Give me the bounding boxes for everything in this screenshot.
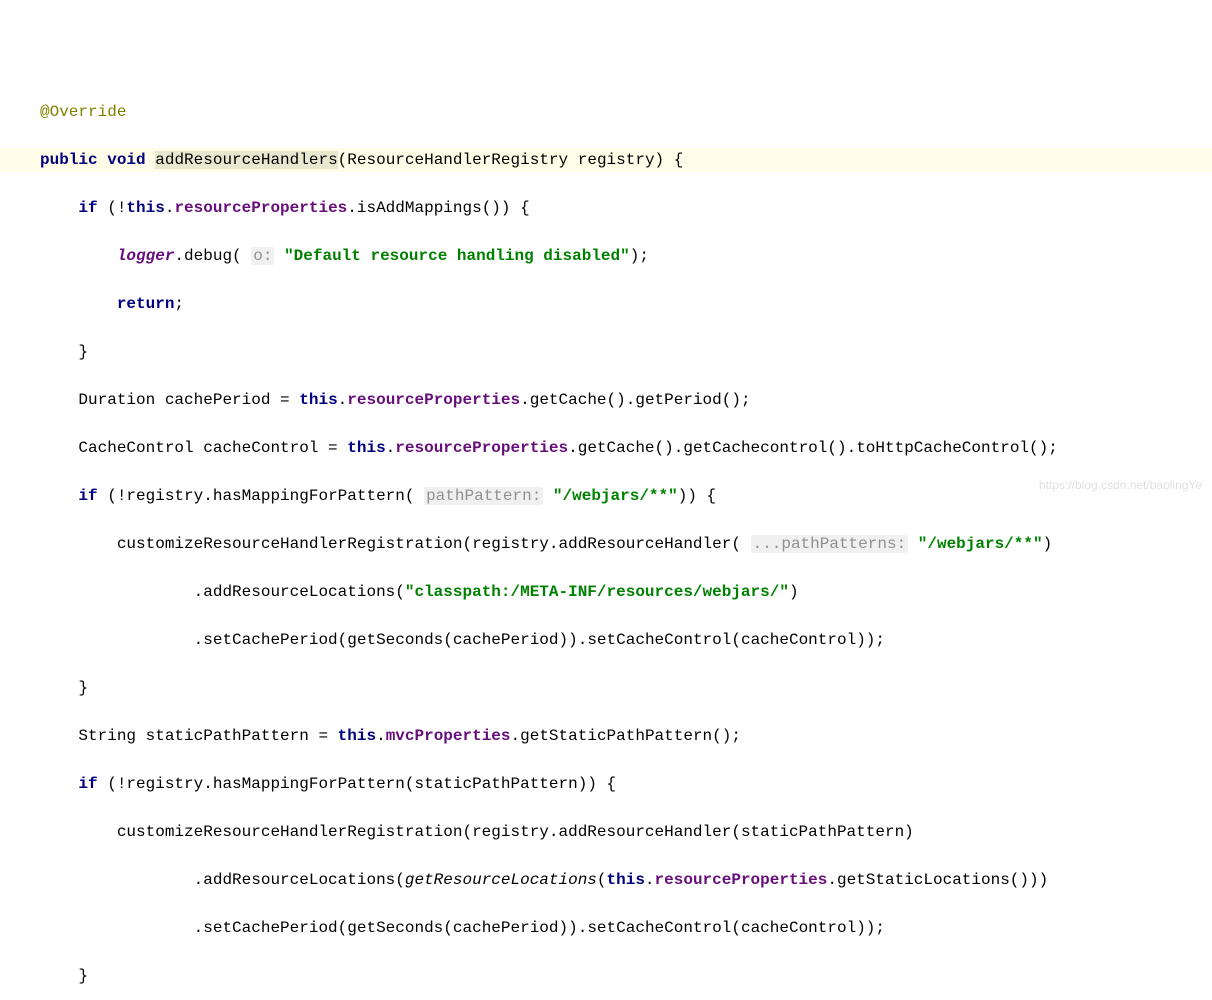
method-setCacheControl: setCacheControl — [587, 631, 731, 649]
var-cachePeriod: cachePeriod — [453, 919, 559, 937]
code-line-14: String staticPathPattern = this.mvcPrope… — [0, 724, 1212, 748]
keyword-if: if — [78, 487, 97, 505]
keyword-this: this — [347, 439, 385, 457]
method-getStaticPathPattern: getStaticPathPattern — [520, 727, 712, 745]
string-webjars: "/webjars/**" — [553, 487, 678, 505]
method-customize: customizeResourceHandlerRegistration — [117, 535, 463, 553]
code-line-17: .addResourceLocations(getResourceLocatio… — [0, 868, 1212, 892]
method-setCachePeriod: setCachePeriod — [203, 631, 337, 649]
hint-pathPattern: pathPattern: — [424, 487, 543, 505]
hint-pathPatterns: ...pathPatterns: — [751, 535, 909, 553]
param-name: registry — [578, 151, 655, 169]
keyword-this: this — [126, 199, 164, 217]
method-isAddMappings: isAddMappings — [357, 199, 482, 217]
code-line-6: } — [0, 340, 1212, 364]
field-resourceProperties: resourceProperties — [655, 871, 828, 889]
var-registry: registry — [472, 823, 549, 841]
field-resourceProperties: resourceProperties — [174, 199, 347, 217]
method-hasMappingForPattern: hasMappingForPattern — [213, 775, 405, 793]
code-line-2: public void addResourceHandlers(Resource… — [0, 148, 1212, 172]
var-cacheControl: cacheControl — [203, 439, 318, 457]
type-CacheControl: CacheControl — [78, 439, 193, 457]
field-resourceProperties: resourceProperties — [347, 391, 520, 409]
code-line-13: } — [0, 676, 1212, 700]
param-type: ResourceHandlerRegistry — [347, 151, 568, 169]
var-cachePeriod: cachePeriod — [165, 391, 271, 409]
method-customize: customizeResourceHandlerRegistration — [117, 823, 463, 841]
var-registry: registry — [126, 487, 203, 505]
var-staticPathPattern: staticPathPattern — [741, 823, 904, 841]
method-addResourceHandler: addResourceHandler — [559, 823, 732, 841]
watermark: https://blog.csdn.net/baolingYe — [1039, 476, 1202, 494]
method-toHttpCacheControl: toHttpCacheControl — [856, 439, 1029, 457]
method-addResourceLocations: addResourceLocations — [203, 871, 395, 889]
code-line-11: .addResourceLocations("classpath:/META-I… — [0, 580, 1212, 604]
annotation-override: @Override — [40, 103, 126, 121]
method-addResourceLocations: addResourceLocations — [203, 583, 395, 601]
var-cacheControl: cacheControl — [741, 919, 856, 937]
code-line-7: Duration cachePeriod = this.resourceProp… — [0, 388, 1212, 412]
code-line-16: customizeResourceHandlerRegistration(reg… — [0, 820, 1212, 844]
keyword-void: void — [107, 151, 145, 169]
method-name: addResourceHandlers — [155, 151, 337, 169]
var-staticPathPattern: staticPathPattern — [146, 727, 309, 745]
string-classpath: "classpath:/META-INF/resources/webjars/" — [405, 583, 789, 601]
field-logger: logger — [117, 247, 175, 265]
keyword-this: this — [607, 871, 645, 889]
method-setCacheControl: setCacheControl — [587, 919, 731, 937]
keyword-this: this — [338, 727, 376, 745]
method-addResourceHandler: addResourceHandler — [559, 535, 732, 553]
code-line-1: @Override — [0, 100, 1212, 124]
code-line-15: if (!registry.hasMappingForPattern(stati… — [0, 772, 1212, 796]
code-line-18: .setCachePeriod(getSeconds(cachePeriod))… — [0, 916, 1212, 940]
code-line-19: } — [0, 964, 1212, 988]
code-line-9: if (!registry.hasMappingForPattern( path… — [0, 484, 1212, 508]
method-getResourceLocations: getResourceLocations — [405, 871, 597, 889]
method-getPeriod: getPeriod — [635, 391, 721, 409]
type-Duration: Duration — [78, 391, 155, 409]
code-line-5: return; — [0, 292, 1212, 316]
keyword-if: if — [78, 199, 97, 217]
code-line-12: .setCachePeriod(getSeconds(cachePeriod))… — [0, 628, 1212, 652]
method-getSeconds: getSeconds — [347, 631, 443, 649]
string-debug: "Default resource handling disabled" — [284, 247, 630, 265]
type-String: String — [78, 727, 136, 745]
method-setCachePeriod: setCachePeriod — [203, 919, 337, 937]
keyword-if: if — [78, 775, 97, 793]
code-line-8: CacheControl cacheControl = this.resourc… — [0, 436, 1212, 460]
method-hasMappingForPattern: hasMappingForPattern — [213, 487, 405, 505]
hint-o: o: — [251, 247, 274, 265]
var-registry: registry — [472, 535, 549, 553]
var-staticPathPattern: staticPathPattern — [414, 775, 577, 793]
field-resourceProperties: resourceProperties — [395, 439, 568, 457]
keyword-return: return — [117, 295, 175, 313]
var-cachePeriod: cachePeriod — [453, 631, 559, 649]
method-getSeconds: getSeconds — [347, 919, 443, 937]
string-webjars: "/webjars/**" — [918, 535, 1043, 553]
code-line-4: logger.debug( o: "Default resource handl… — [0, 244, 1212, 268]
code-line-10: customizeResourceHandlerRegistration(reg… — [0, 532, 1212, 556]
var-registry: registry — [126, 775, 203, 793]
method-getCachecontrol: getCachecontrol — [683, 439, 827, 457]
field-mvcProperties: mvcProperties — [386, 727, 511, 745]
keyword-public: public — [40, 151, 98, 169]
method-debug: debug — [184, 247, 232, 265]
method-getStaticLocations: getStaticLocations — [837, 871, 1010, 889]
code-line-3: if (!this.resourceProperties.isAddMappin… — [0, 196, 1212, 220]
method-getCache: getCache — [578, 439, 655, 457]
var-cacheControl: cacheControl — [741, 631, 856, 649]
method-getCache: getCache — [530, 391, 607, 409]
keyword-this: this — [299, 391, 337, 409]
